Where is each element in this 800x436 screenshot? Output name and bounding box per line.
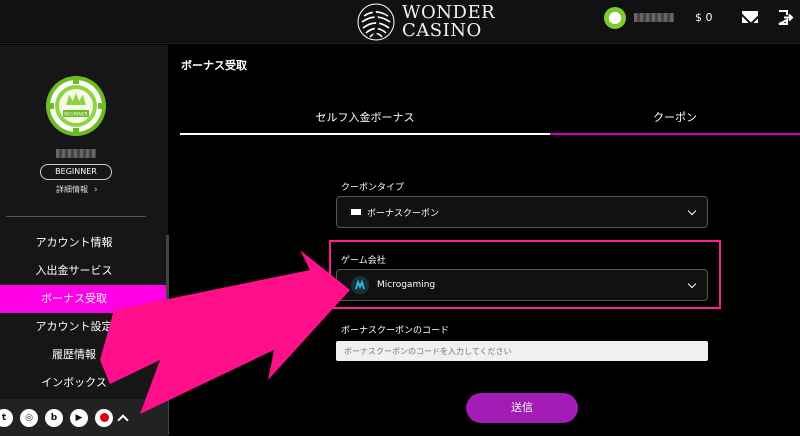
coupon-type-label: クーポンタイプ [341, 183, 405, 193]
submit-button[interactable]: 送信 [466, 393, 578, 423]
coupon-type-select[interactable]: ボーナスクーポン [336, 196, 708, 228]
instagram-icon[interactable]: ◎ [20, 408, 38, 427]
coupon-type-value: ボーナスクーポン [367, 208, 440, 219]
page-title: ボーナス受取 [181, 59, 247, 72]
balance-display: $ 0 [695, 11, 713, 24]
annotation-arrow-icon [100, 250, 350, 414]
tab-self-deposit-bonus[interactable]: セルフ入金ボーナス [180, 105, 550, 135]
twitter-icon[interactable]: t [0, 408, 13, 427]
mail-icon[interactable] [742, 11, 758, 23]
youtube-icon[interactable]: ▶ [70, 408, 88, 427]
badge-label: BEGINNER [64, 112, 87, 118]
sidebar-divider [6, 216, 146, 217]
player-avatar-icon[interactable] [604, 7, 626, 29]
logo-emblem-icon [357, 3, 395, 41]
logo-word-casino: CASINO [402, 20, 482, 41]
chevron-right-icon: › [94, 185, 98, 195]
player-name-redacted [56, 149, 96, 158]
coupon-code-input[interactable] [336, 341, 708, 361]
ticket-icon [351, 209, 361, 215]
details-link[interactable]: 詳細情報 › [56, 184, 98, 195]
username-redacted [634, 13, 674, 22]
beginner-badge-icon: BEGINNER [46, 76, 106, 136]
level-badge: BEGINNER [40, 164, 112, 180]
logout-icon[interactable] [778, 10, 794, 25]
chevron-down-icon [687, 279, 697, 289]
chevron-down-icon [687, 206, 697, 216]
game-provider-value: Microgaming [377, 280, 436, 290]
wonder-casino-logo[interactable]: WONDER CASINO [356, 2, 495, 42]
top-bar: WONDER CASINO $ 0 [0, 0, 800, 44]
game-provider-select[interactable]: Microgaming [336, 269, 708, 301]
details-link-label: 詳細情報 [56, 185, 88, 194]
tab-coupon[interactable]: クーポン [550, 105, 800, 135]
bitly-icon[interactable]: b [45, 408, 63, 427]
bonus-tabs: セルフ入金ボーナス クーポン [180, 105, 800, 137]
